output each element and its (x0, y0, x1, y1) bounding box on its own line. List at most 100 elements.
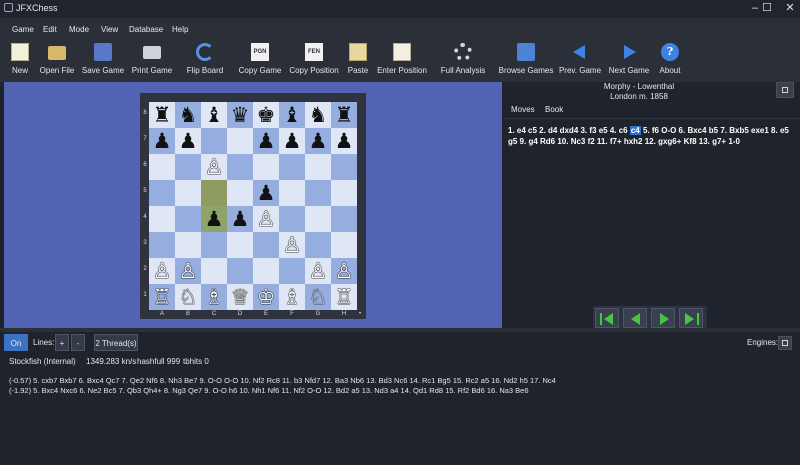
square-c4[interactable]: ♟ (201, 206, 227, 232)
full-analysis-button[interactable]: Full Analysis (441, 40, 485, 82)
square-g8[interactable]: ♞ (305, 102, 331, 128)
square-b5[interactable] (175, 180, 201, 206)
white-knight-icon[interactable]: ♘ (309, 285, 328, 309)
square-c5[interactable] (201, 180, 227, 206)
tab-moves[interactable]: Moves (511, 105, 535, 114)
square-c3[interactable] (201, 232, 227, 258)
square-a2[interactable]: ♙ (149, 258, 175, 284)
square-d6[interactable] (227, 154, 253, 180)
save-game-button[interactable]: Save Game (82, 40, 124, 82)
square-g5[interactable] (305, 180, 331, 206)
square-d8[interactable]: ♛ (227, 102, 253, 128)
first-move-button[interactable] (595, 308, 619, 328)
white-rook-icon[interactable]: ♖ (335, 285, 354, 309)
square-d7[interactable] (227, 128, 253, 154)
square-f1[interactable]: ♗ (279, 284, 305, 310)
menu-view[interactable]: View (101, 25, 118, 34)
remove-line-button[interactable]: - (71, 334, 85, 351)
white-pawn-icon[interactable]: ♙ (179, 259, 198, 283)
square-a4[interactable] (149, 206, 175, 232)
square-h6[interactable] (331, 154, 357, 180)
copy-game-button[interactable]: PGN Copy Game (239, 40, 281, 82)
square-f7[interactable]: ♟ (279, 128, 305, 154)
square-f4[interactable] (279, 206, 305, 232)
edit-header-button[interactable] (776, 82, 794, 98)
next-game-button[interactable]: Next Game (609, 40, 649, 82)
square-d5[interactable] (227, 180, 253, 206)
square-b1[interactable]: ♘ (175, 284, 201, 310)
black-pawn-icon[interactable]: ♟ (309, 129, 328, 153)
white-pawn-icon[interactable]: ♙ (283, 233, 302, 257)
square-d1[interactable]: ♕ (227, 284, 253, 310)
square-f8[interactable]: ♝ (279, 102, 305, 128)
menu-edit[interactable]: Edit (43, 25, 57, 34)
square-b8[interactable]: ♞ (175, 102, 201, 128)
move-list[interactable]: 1. e4 c5 2. d4 dxd4 3. f3 e5 4. c6 c4 5.… (508, 125, 792, 147)
square-e7[interactable]: ♟ (253, 128, 279, 154)
white-pawn-icon[interactable]: ♙ (205, 155, 224, 179)
pane-divider[interactable] (0, 328, 800, 332)
square-f2[interactable] (279, 258, 305, 284)
black-pawn-icon[interactable]: ♟ (257, 181, 276, 205)
white-rook-icon[interactable]: ♖ (153, 285, 172, 309)
square-c7[interactable] (201, 128, 227, 154)
black-pawn-icon[interactable]: ♟ (231, 207, 250, 231)
tab-book[interactable]: Book (545, 105, 563, 114)
open-file-button[interactable]: Open File (40, 40, 74, 82)
close-button[interactable]: ✕ (775, 0, 800, 16)
menu-mode[interactable]: Mode (69, 25, 89, 34)
square-g6[interactable] (305, 154, 331, 180)
new-button[interactable]: New (10, 40, 30, 82)
paste-button[interactable]: Paste (348, 40, 368, 82)
black-bishop-icon[interactable]: ♝ (283, 103, 302, 127)
black-pawn-icon[interactable]: ♟ (179, 129, 198, 153)
white-queen-icon[interactable]: ♕ (231, 285, 250, 309)
square-d2[interactable] (227, 258, 253, 284)
square-h5[interactable] (331, 180, 357, 206)
square-b7[interactable]: ♟ (175, 128, 201, 154)
white-pawn-icon[interactable]: ♙ (153, 259, 172, 283)
square-e6[interactable] (253, 154, 279, 180)
square-d4[interactable]: ♟ (227, 206, 253, 232)
square-c8[interactable]: ♝ (201, 102, 227, 128)
black-pawn-icon[interactable]: ♟ (283, 129, 302, 153)
prev-move-button[interactable] (623, 308, 647, 328)
moves-before[interactable]: 1. e4 c5 2. d4 dxd4 3. f3 e5 4. c6 (508, 126, 630, 135)
square-b6[interactable] (175, 154, 201, 180)
black-pawn-icon[interactable]: ♟ (153, 129, 172, 153)
square-c2[interactable] (201, 258, 227, 284)
white-pawn-icon[interactable]: ♙ (309, 259, 328, 283)
square-d3[interactable] (227, 232, 253, 258)
white-king-icon[interactable]: ♔ (257, 285, 276, 309)
square-a8[interactable]: ♜ (149, 102, 175, 128)
square-f6[interactable] (279, 154, 305, 180)
black-pawn-icon[interactable]: ♟ (335, 129, 354, 153)
enter-position-button[interactable]: Enter Position (377, 40, 427, 82)
black-rook-icon[interactable]: ♜ (335, 103, 354, 127)
square-h2[interactable]: ♙ (331, 258, 357, 284)
menu-game[interactable]: Game (12, 25, 34, 34)
square-e3[interactable] (253, 232, 279, 258)
white-pawn-icon[interactable]: ♙ (257, 207, 276, 231)
black-rook-icon[interactable]: ♜ (153, 103, 172, 127)
white-bishop-icon[interactable]: ♗ (283, 285, 302, 309)
square-e1[interactable]: ♔ (253, 284, 279, 310)
square-e4[interactable]: ♙ (253, 206, 279, 232)
browse-games-button[interactable]: Browse Games (499, 40, 553, 82)
square-a1[interactable]: ♖ (149, 284, 175, 310)
prev-game-button[interactable]: Prev. Game (559, 40, 601, 82)
square-h7[interactable]: ♟ (331, 128, 357, 154)
next-move-button[interactable] (651, 308, 675, 328)
white-bishop-icon[interactable]: ♗ (205, 285, 224, 309)
square-h8[interactable]: ♜ (331, 102, 357, 128)
black-king-icon[interactable]: ♚ (257, 103, 276, 127)
last-move-button[interactable] (679, 308, 703, 328)
square-g7[interactable]: ♟ (305, 128, 331, 154)
engines-settings-button[interactable] (778, 336, 792, 350)
square-h4[interactable] (331, 206, 357, 232)
about-button[interactable]: ? About (660, 40, 680, 82)
current-move[interactable]: c4 (629, 126, 641, 135)
square-b3[interactable] (175, 232, 201, 258)
square-a6[interactable] (149, 154, 175, 180)
copy-position-button[interactable]: FEN Copy Position (289, 40, 339, 82)
